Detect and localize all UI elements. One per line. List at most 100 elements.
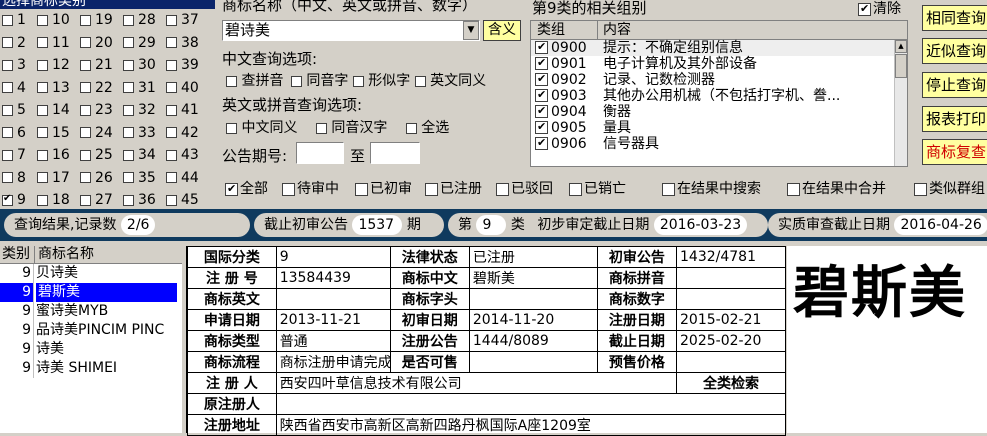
en-option-homophone[interactable]: 同音汉字: [315, 120, 387, 136]
checkbox[interactable]: [914, 182, 927, 196]
checkbox[interactable]: [226, 75, 237, 87]
category-item[interactable]: 30: [123, 54, 167, 77]
checkbox[interactable]: [123, 14, 134, 26]
checkbox[interactable]: [2, 127, 13, 138]
filter-pending[interactable]: 待审中: [282, 179, 339, 199]
category-item[interactable]: 11: [37, 32, 81, 55]
category-item[interactable]: 15: [37, 122, 81, 145]
checkbox[interactable]: [123, 82, 134, 93]
clear-checkbox[interactable]: 清除: [858, 0, 901, 18]
checkbox[interactable]: [80, 149, 91, 161]
checkbox[interactable]: [123, 127, 134, 138]
result-row[interactable]: 9 贝诗美: [0, 264, 182, 283]
cn-option-pinyin[interactable]: 查拼音: [226, 73, 283, 89]
same-query-button[interactable]: 相同查询: [922, 5, 987, 31]
filter-search-in-results[interactable]: 在结果中搜索: [662, 179, 761, 199]
result-row[interactable]: 9 品诗美PINCIM PINC: [0, 321, 182, 340]
checkbox[interactable]: [2, 14, 13, 26]
category-item[interactable]: 33: [123, 122, 167, 145]
checkbox[interactable]: [166, 149, 177, 161]
filter-all[interactable]: 全部: [225, 179, 268, 199]
trademark-name-input[interactable]: 碧诗美 ▼: [222, 20, 480, 41]
checkbox[interactable]: [2, 59, 13, 71]
checkbox[interactable]: [858, 2, 871, 16]
category-item[interactable]: 31: [123, 77, 167, 100]
group-row[interactable]: 0904衡器: [531, 104, 907, 120]
category-item[interactable]: 12: [37, 54, 81, 77]
checkbox[interactable]: [282, 182, 295, 196]
checkbox[interactable]: [37, 149, 48, 161]
checkbox[interactable]: [535, 40, 548, 54]
result-row[interactable]: 9 蜜诗美MYB: [0, 302, 182, 321]
stop-query-button[interactable]: 停止查询: [922, 72, 987, 98]
category-item[interactable]: 23: [80, 99, 124, 122]
category-item[interactable]: 29: [123, 32, 167, 55]
checkbox[interactable]: [166, 104, 177, 116]
checkbox[interactable]: [80, 127, 91, 138]
checkbox[interactable]: [496, 182, 509, 196]
group-row[interactable]: 0900提示：不确定组别信息: [531, 40, 907, 56]
checkbox[interactable]: [166, 14, 177, 26]
cn-option-homophone[interactable]: 同音字: [290, 73, 348, 89]
checkbox[interactable]: [2, 149, 13, 161]
en-option-select-all[interactable]: 全选: [405, 120, 449, 136]
checkbox[interactable]: [226, 122, 237, 134]
gazette-from-input[interactable]: [296, 142, 344, 164]
checkbox[interactable]: [37, 82, 48, 93]
category-item[interactable]: 37: [166, 9, 210, 32]
chevron-down-icon[interactable]: ▼: [463, 21, 479, 40]
checkbox[interactable]: [166, 127, 177, 138]
checkbox[interactable]: [355, 182, 368, 196]
checkbox[interactable]: [37, 104, 48, 116]
group-row[interactable]: 0901电子计算机及其外部设备: [531, 56, 907, 72]
checkbox[interactable]: [123, 37, 134, 48]
checkbox[interactable]: [123, 104, 134, 116]
checkbox[interactable]: [80, 82, 91, 93]
checkbox[interactable]: [80, 59, 91, 71]
category-item[interactable]: 14: [37, 99, 81, 122]
checkbox[interactable]: [166, 59, 177, 71]
category-item[interactable]: 24: [80, 122, 124, 145]
trademark-review-button[interactable]: 商标复查: [922, 139, 987, 165]
category-item[interactable]: 25: [80, 144, 124, 167]
category-item[interactable]: 42: [166, 122, 210, 145]
filter-expired[interactable]: 已销亡: [569, 179, 626, 199]
category-item[interactable]: 32: [123, 99, 167, 122]
category-item[interactable]: 40: [166, 77, 210, 100]
checkbox[interactable]: [225, 182, 238, 196]
checkbox[interactable]: [80, 104, 91, 116]
group-scrollbar[interactable]: ▲: [894, 40, 907, 166]
checkbox[interactable]: [425, 182, 438, 196]
checkbox[interactable]: [37, 14, 48, 26]
category-item[interactable]: 19: [80, 9, 124, 32]
full-search-link[interactable]: 全类检索: [676, 372, 786, 394]
checkbox[interactable]: [37, 59, 48, 71]
filter-rejected[interactable]: 已驳回: [496, 179, 553, 199]
group-row[interactable]: 0906信号器具: [531, 136, 907, 152]
category-item[interactable]: 10: [37, 9, 81, 32]
checkbox[interactable]: [290, 75, 302, 87]
group-row[interactable]: 0902记录、记数检测器: [531, 72, 907, 88]
checkbox[interactable]: [535, 136, 548, 150]
checkbox[interactable]: [787, 182, 800, 196]
checkbox[interactable]: [405, 122, 417, 134]
checkbox[interactable]: [414, 75, 426, 87]
category-item[interactable]: 21: [80, 54, 124, 77]
cn-option-en-synonym[interactable]: 英文同义: [414, 73, 486, 89]
category-item[interactable]: 28: [123, 9, 167, 32]
group-row[interactable]: 0903其他办公用机械（不包括打字机、誊...: [531, 88, 907, 104]
result-row[interactable]: 9 诗美: [0, 340, 182, 359]
checkbox[interactable]: [535, 72, 548, 86]
category-item[interactable]: 34: [123, 144, 167, 167]
checkbox[interactable]: [535, 88, 548, 102]
checkbox[interactable]: [37, 127, 48, 138]
report-print-button[interactable]: 报表打印: [922, 106, 987, 132]
category-item[interactable]: 39: [166, 54, 210, 77]
filter-similar-groups[interactable]: 类似群组: [914, 179, 985, 199]
checkbox[interactable]: [2, 104, 13, 116]
filter-registered[interactable]: 已注册: [425, 179, 482, 199]
checkbox[interactable]: [535, 104, 548, 118]
en-option-cn-synonym[interactable]: 中文同义: [226, 120, 297, 136]
scroll-up-icon[interactable]: ▲: [895, 40, 907, 53]
checkbox[interactable]: [535, 56, 548, 70]
